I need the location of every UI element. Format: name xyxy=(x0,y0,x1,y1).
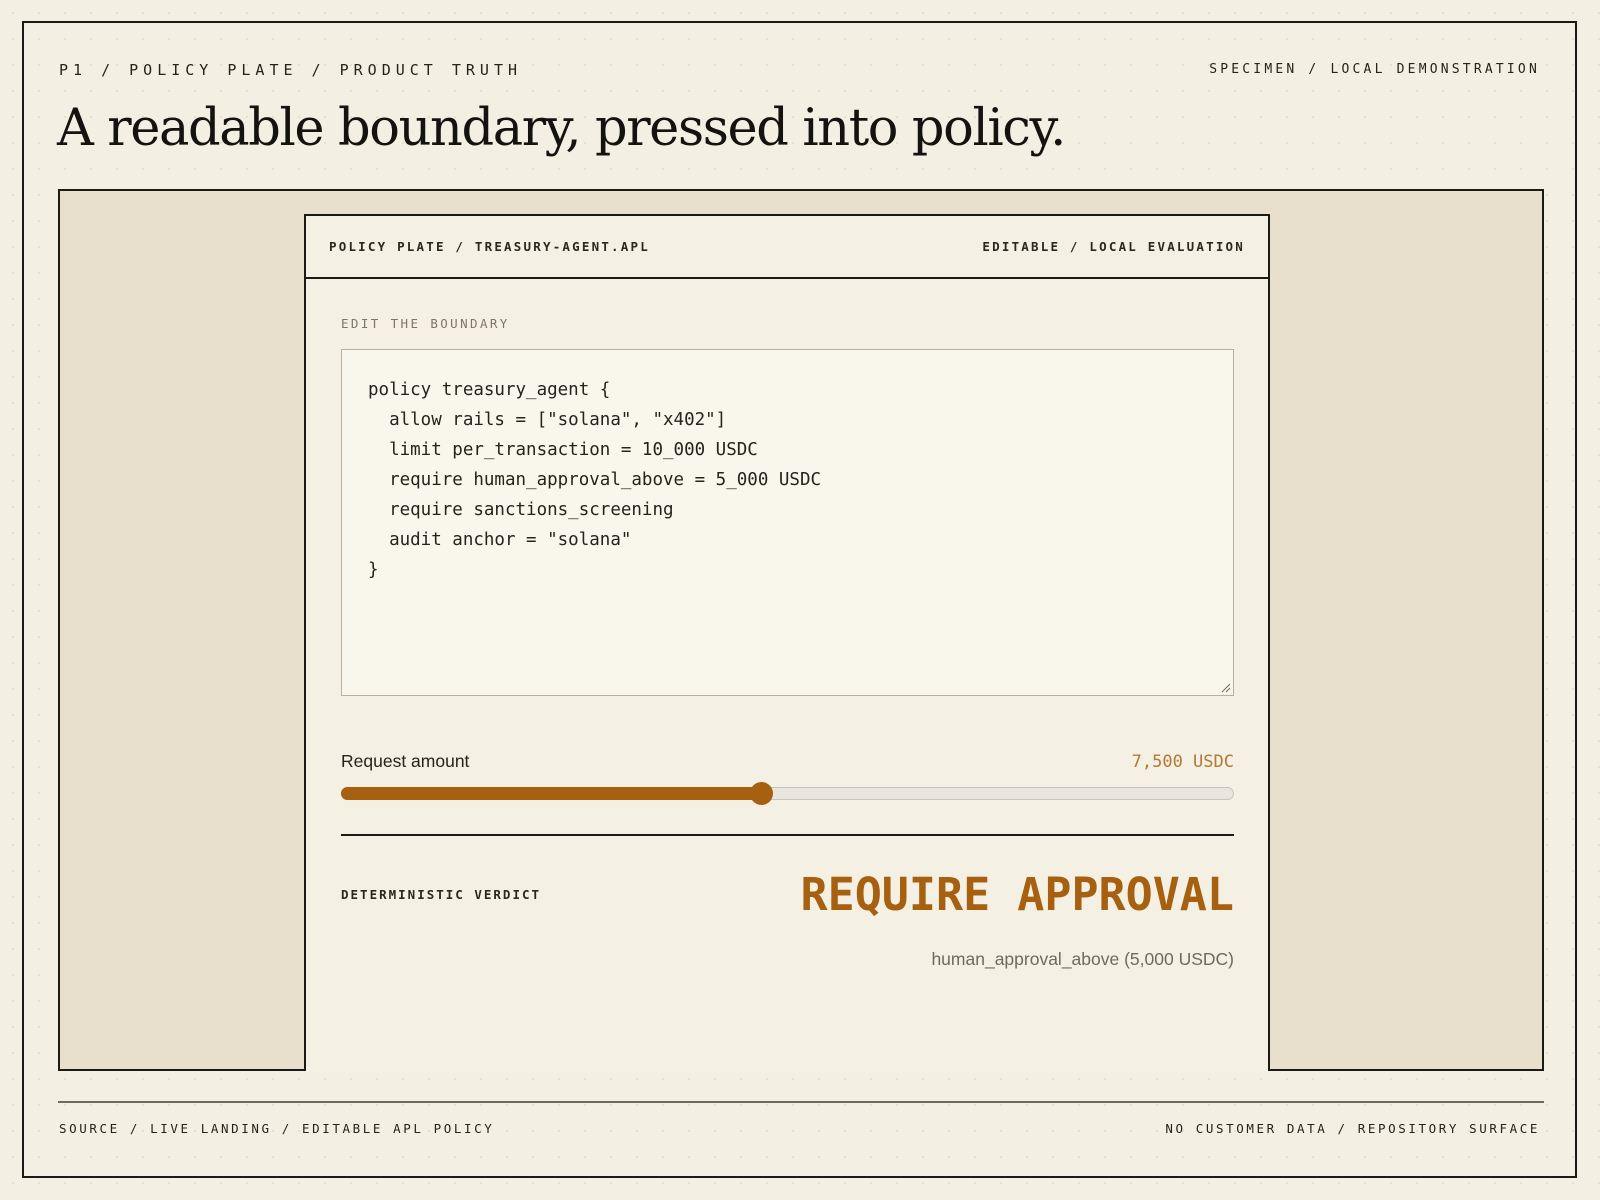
verdict-result: REQUIRE APPROVAL xyxy=(800,868,1234,921)
footer-divider xyxy=(58,1101,1544,1103)
policy-source-code[interactable]: policy treasury_agent { allow rails = ["… xyxy=(368,375,821,585)
evaluation-mode-label: EDITABLE / LOCAL EVALUATION xyxy=(982,239,1245,254)
editor-section-label: EDIT THE BOUNDARY xyxy=(341,316,510,331)
demo-stage: POLICY PLATE / TREASURY-AGENT.APL EDITAB… xyxy=(58,189,1544,1071)
slider-fill xyxy=(341,787,761,800)
page-title: A readable boundary, pressed into policy… xyxy=(57,99,1066,158)
footer-source: SOURCE / LIVE LANDING / EDITABLE APL POL… xyxy=(59,1121,495,1136)
policy-plate-card: POLICY PLATE / TREASURY-AGENT.APL EDITAB… xyxy=(304,214,1270,1071)
page-frame: P1 / POLICY PLATE / PRODUCT TRUTH SPECIM… xyxy=(22,21,1577,1178)
policy-file-label: POLICY PLATE / TREASURY-AGENT.APL xyxy=(329,239,650,254)
card-header: POLICY PLATE / TREASURY-AGENT.APL EDITAB… xyxy=(306,216,1268,279)
verdict-reason: human_approval_above (5,000 USDC) xyxy=(931,949,1234,969)
request-amount-value: 7,500 USDC xyxy=(1131,752,1234,772)
request-amount-slider[interactable] xyxy=(341,782,1234,805)
verdict-divider xyxy=(341,834,1234,836)
verdict-label: DETERMINISTIC VERDICT xyxy=(341,887,542,902)
resize-grip-icon[interactable] xyxy=(1220,682,1231,693)
breadcrumb: P1 / POLICY PLATE / PRODUCT TRUTH xyxy=(59,61,523,79)
specimen-label: SPECIMEN / LOCAL DEMONSTRATION xyxy=(1209,62,1540,77)
slider-thumb[interactable] xyxy=(750,782,773,805)
policy-editor-textarea[interactable]: policy treasury_agent { allow rails = ["… xyxy=(341,349,1234,696)
footer-note: NO CUSTOMER DATA / REPOSITORY SURFACE xyxy=(1165,1121,1540,1136)
request-amount-label: Request amount xyxy=(341,751,470,771)
